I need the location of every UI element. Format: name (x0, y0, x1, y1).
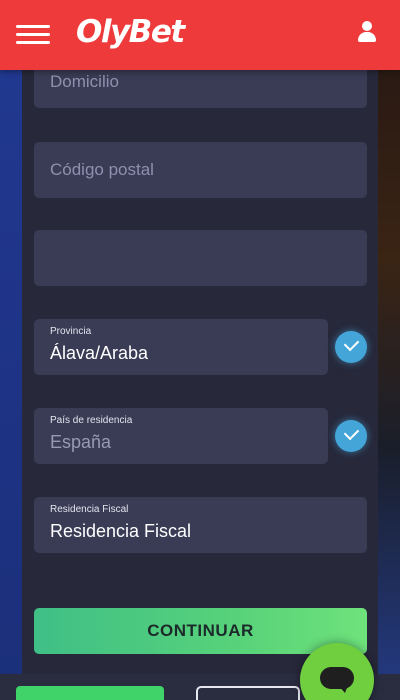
tax-residence-label: Residencia Fiscal (50, 504, 129, 515)
country-check-icon (335, 420, 367, 452)
user-icon[interactable] (358, 21, 376, 43)
country-label: País de residencia (50, 415, 133, 426)
province-select[interactable]: Provincia Álava/Araba (34, 319, 328, 375)
tax-residence-value: Residencia Fiscal (50, 521, 192, 541)
province-label: Provincia (50, 326, 92, 337)
tax-residence-select[interactable]: Residencia Fiscal Residencia Fiscal (34, 497, 367, 553)
province-value: Álava/Araba (50, 343, 149, 363)
empty-field[interactable] (34, 230, 367, 286)
background-right-image (376, 70, 400, 700)
bottom-secondary-button[interactable] (196, 686, 300, 700)
postal-code-field[interactable]: Código postal (34, 142, 367, 198)
chat-bubble-icon (320, 667, 354, 693)
postal-code-placeholder: Código postal (50, 160, 154, 179)
domicilio-placeholder: Domicilio (50, 72, 119, 91)
background-left (0, 70, 24, 700)
country-value: España (50, 432, 112, 452)
country-select[interactable]: País de residencia España (34, 408, 328, 464)
province-check-icon (335, 331, 367, 363)
top-header: OlyBet (0, 0, 400, 70)
bottom-primary-button[interactable] (16, 686, 164, 700)
brand-logo[interactable]: OlyBet (76, 14, 185, 50)
continue-button[interactable]: CONTINUAR (34, 608, 367, 654)
hamburger-menu-icon[interactable] (16, 25, 50, 44)
